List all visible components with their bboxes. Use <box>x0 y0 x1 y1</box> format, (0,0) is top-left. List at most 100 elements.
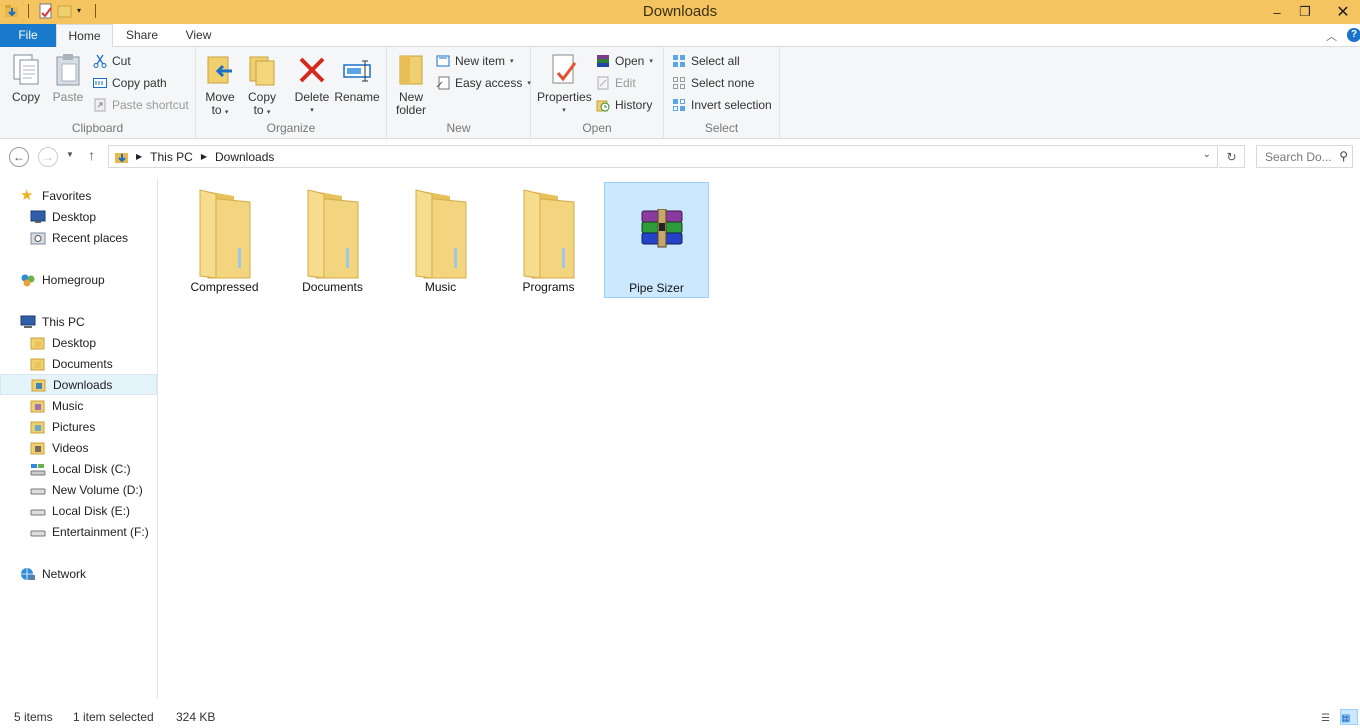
tab-view[interactable]: View <box>171 24 226 47</box>
open-dropdown-icon: ▾ <box>649 58 653 65</box>
breadcrumb-chevron-icon[interactable]: ▶ <box>201 152 207 161</box>
breadcrumb-this-pc[interactable]: This PC <box>150 150 193 164</box>
invert-selection-button[interactable]: Invert selection <box>672 95 772 115</box>
rename-button[interactable]: Rename <box>334 51 380 104</box>
nav-homegroup[interactable]: Homegroup <box>0 269 157 290</box>
nav-pc-item-label: Local Disk (E:) <box>52 503 131 518</box>
nav-pc-item[interactable]: Documents <box>0 353 157 374</box>
nav-network[interactable]: Network <box>0 563 157 584</box>
nav-pc-item[interactable]: Downloads <box>0 374 157 395</box>
delete-x-icon <box>296 51 328 87</box>
properties-button[interactable]: Properties ▾ <box>537 51 592 117</box>
nav-desktop-favorite[interactable]: Desktop <box>0 206 157 227</box>
easy-access-button[interactable]: Easy access ▾ <box>436 73 531 93</box>
tab-share[interactable]: Share <box>113 24 171 47</box>
breadcrumb-chevron-icon[interactable]: ▶ <box>136 152 142 161</box>
nav-pc-item-label: Local Disk (C:) <box>52 461 131 476</box>
select-all-button[interactable]: Select all <box>672 51 740 71</box>
nav-pc-item[interactable]: Music <box>0 395 157 416</box>
nav-pc-item[interactable]: New Volume (D:) <box>0 479 157 500</box>
delete-label: Delete <box>294 90 330 104</box>
status-bar: 5 items 1 item selected 324 KB ☰ ▦ <box>0 707 1360 728</box>
recent-locations-icon[interactable]: ▼ <box>66 150 74 159</box>
folder-item[interactable]: Compressed <box>172 182 277 298</box>
new-item-button[interactable]: New item ▾ <box>436 51 514 71</box>
help-icon[interactable]: ? <box>1347 28 1360 42</box>
edit-button[interactable]: Edit <box>596 73 636 93</box>
ribbon-tabs: File Home Share View ︿ ? <box>0 24 1360 48</box>
file-explorer-window: ▾ Downloads – ❐ ✕ File Home Share View ︿… <box>0 0 1360 728</box>
downloads-folder-icon <box>114 149 130 165</box>
folder-item[interactable]: Music <box>388 182 493 298</box>
back-button[interactable]: ← <box>9 147 29 167</box>
nav-pc-item[interactable]: Entertainment (F:) <box>0 521 157 542</box>
history-button[interactable]: History <box>596 95 652 115</box>
new-item-icon <box>436 54 450 68</box>
select-group: Select all Select none Invert selection … <box>664 47 780 139</box>
copy-to-label-2: to ▾ <box>253 103 271 117</box>
refresh-icon: ↻ <box>1226 150 1237 164</box>
organize-group: Move to ▾ Copy to ▾ Delete ▾ Rename Orga… <box>196 47 387 139</box>
nav-favorites-label: Favorites <box>42 188 92 203</box>
large-folder-icon <box>518 188 578 279</box>
breadcrumb-downloads[interactable]: Downloads <box>215 150 274 164</box>
copy-path-button[interactable]: Copy path <box>93 73 167 93</box>
paste-shortcut-button[interactable]: Paste shortcut <box>93 95 189 115</box>
search-icon[interactable]: ⚲ <box>1339 149 1348 163</box>
file-name: Documents <box>302 280 363 294</box>
nav-this-pc[interactable]: This PC <box>0 311 157 332</box>
paste-button[interactable]: Paste <box>48 51 88 104</box>
move-to-icon <box>204 51 236 87</box>
copy-to-button[interactable]: Copy to ▾ <box>244 51 280 119</box>
folder-item[interactable]: Documents <box>280 182 385 298</box>
large-icons-view-button[interactable]: ▦ <box>1340 709 1358 725</box>
nav-pc-item-label: New Volume (D:) <box>52 482 143 497</box>
paste-label: Paste <box>52 90 84 104</box>
nav-pc-item[interactable]: Videos <box>0 437 157 458</box>
delete-button[interactable]: Delete ▾ <box>292 51 332 117</box>
details-view-icon: ☰ <box>1321 713 1330 724</box>
copy-button[interactable]: Copy <box>6 51 46 104</box>
star-icon: ★ <box>20 186 34 204</box>
tab-file[interactable]: File <box>0 24 56 47</box>
minimize-ribbon-icon[interactable]: ︿ <box>1326 28 1337 44</box>
move-to-button[interactable]: Move to ▾ <box>202 51 238 119</box>
search-input[interactable]: Search Do... ⚲ <box>1256 145 1353 168</box>
new-folder-label-2: folder <box>395 103 427 117</box>
open-group: Properties ▾ Open ▾ Edit History Open <box>531 47 664 139</box>
folder-item[interactable]: Programs <box>496 182 601 298</box>
delete-dropdown-icon[interactable]: ▾ <box>292 104 332 117</box>
selection-size: 324 KB <box>176 710 216 724</box>
minimize-button[interactable]: – <box>1262 0 1292 24</box>
nav-pc-item[interactable]: Desktop <box>0 332 157 353</box>
up-arrow-icon[interactable]: ↑ <box>88 147 95 163</box>
cut-button[interactable]: Cut <box>93 51 131 71</box>
select-none-button[interactable]: Select none <box>672 73 754 93</box>
refresh-button[interactable]: ↻ <box>1219 145 1245 168</box>
winrar-icon <box>596 54 610 68</box>
address-bar[interactable]: ▶ This PC ▶ Downloads ⌄ <box>108 145 1218 168</box>
tab-home[interactable]: Home <box>56 24 113 48</box>
nav-pc-item[interactable]: Local Disk (E:) <box>0 500 157 521</box>
copy-path-icon <box>93 76 107 90</box>
folder-icon <box>30 441 46 455</box>
nav-pc-item-label: Downloads <box>53 377 113 392</box>
nav-recent-label: Recent places <box>52 230 129 245</box>
clipboard-group-label: Clipboard <box>71 121 124 135</box>
address-row: ← → ▼ ↑ ▶ This PC ▶ Downloads ⌄ ↻ Search… <box>0 140 1360 174</box>
new-folder-button[interactable]: New folder <box>393 51 429 117</box>
open-label: Open <box>615 54 645 68</box>
nav-favorites[interactable]: ★ Favorites <box>0 185 157 206</box>
open-button[interactable]: Open ▾ <box>596 51 653 71</box>
properties-dropdown-icon[interactable]: ▾ <box>537 104 591 117</box>
close-button[interactable]: ✕ <box>1326 0 1360 24</box>
forward-button[interactable]: → <box>38 147 58 167</box>
address-dropdown-icon[interactable]: ⌄ <box>1203 149 1211 160</box>
nav-pc-item[interactable]: Pictures <box>0 416 157 437</box>
nav-recent-places[interactable]: Recent places <box>0 227 157 248</box>
file-item[interactable]: Pipe Sizer <box>604 182 709 298</box>
copy-icon <box>10 51 42 87</box>
nav-pc-item[interactable]: Local Disk (C:) <box>0 458 157 479</box>
maximize-button[interactable]: ❐ <box>1290 0 1320 24</box>
details-view-button[interactable]: ☰ <box>1320 709 1338 725</box>
